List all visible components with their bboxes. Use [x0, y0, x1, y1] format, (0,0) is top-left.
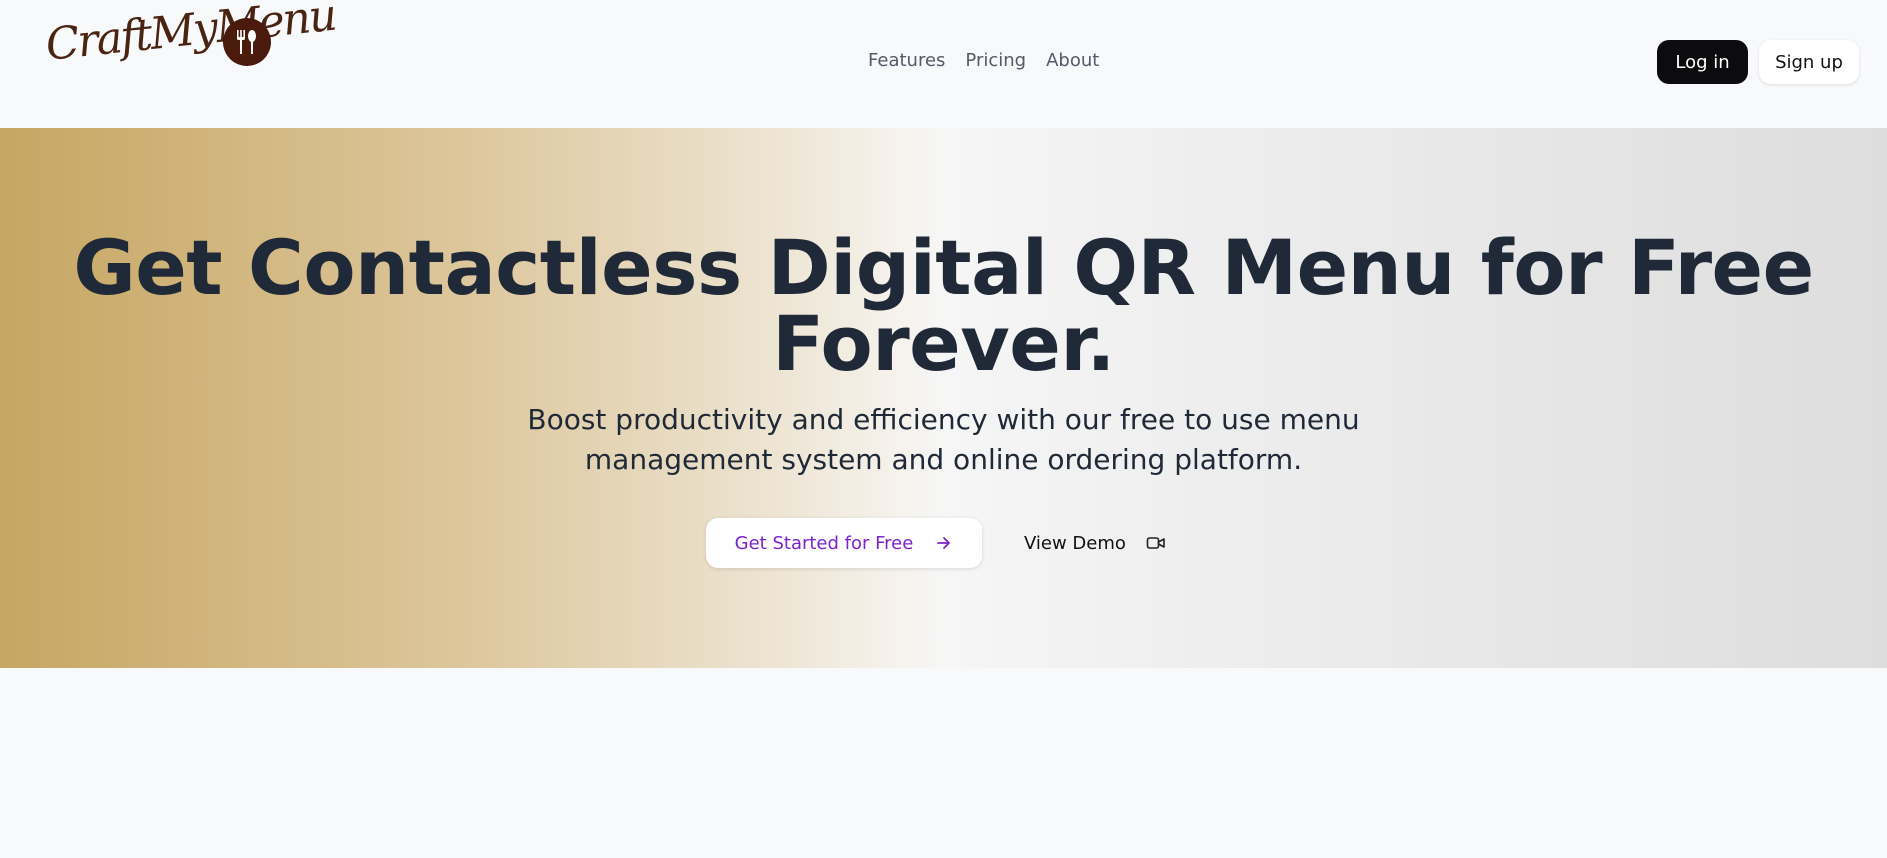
- arrow-right-icon: [935, 534, 953, 552]
- nav-item-about[interactable]: About: [1046, 50, 1099, 71]
- hero-title-line-1: Get Contactless Digital QR Menu for Free: [73, 223, 1814, 312]
- site-header: CraftMyMenu Features Pricing About Log i…: [0, 0, 1887, 128]
- brand-logo[interactable]: CraftMyMenu: [43, 0, 337, 106]
- video-camera-icon: [1146, 535, 1166, 551]
- hero-title-line-2: Forever.: [772, 299, 1115, 388]
- fork-spoon-icon: [223, 18, 271, 66]
- nav-item-features[interactable]: Features: [868, 50, 945, 71]
- view-demo-button[interactable]: View Demo: [1024, 518, 1174, 568]
- hero-subtitle-line-1: Boost productivity and efficiency with o…: [527, 403, 1360, 436]
- hero-title: Get Contactless Digital QR Menu for Free…: [0, 230, 1887, 382]
- main-nav: Features Pricing About: [868, 50, 1099, 71]
- logo-wordmark: CraftMyMenu: [43, 0, 338, 71]
- hero-subtitle: Boost productivity and efficiency with o…: [0, 400, 1887, 480]
- nav-item-pricing[interactable]: Pricing: [965, 50, 1026, 71]
- signup-button[interactable]: Sign up: [1759, 40, 1859, 84]
- view-demo-label: View Demo: [1024, 532, 1126, 554]
- login-button[interactable]: Log in: [1657, 40, 1748, 84]
- get-started-label: Get Started for Free: [734, 532, 914, 554]
- get-started-button[interactable]: Get Started for Free: [706, 518, 982, 568]
- hero-section: Get Contactless Digital QR Menu for Free…: [0, 128, 1887, 668]
- hero-subtitle-line-2: management system and online ordering pl…: [584, 443, 1303, 476]
